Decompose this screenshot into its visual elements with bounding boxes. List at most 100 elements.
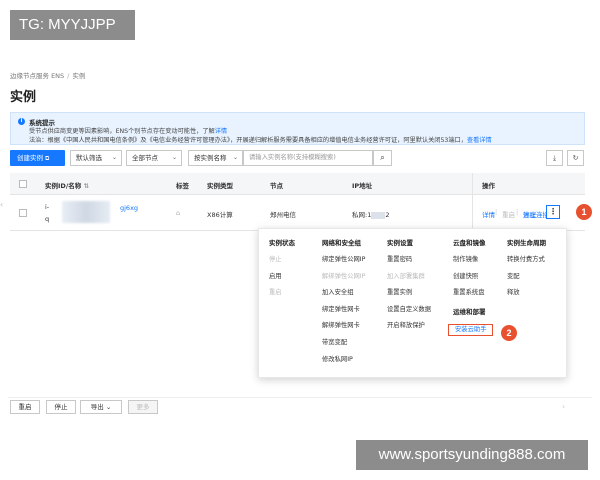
ops-column-divider: [472, 173, 473, 231]
column-header-id[interactable]: 实例ID/名称 ⇅: [45, 180, 89, 190]
column-header-tag: 标签: [176, 182, 189, 190]
select-all-checkbox[interactable]: [19, 180, 27, 188]
menu-item-reset-system-disk[interactable]: 重置系统盘: [453, 289, 493, 297]
menu-column-instance-state: 实例状态 停止 启用 重启: [269, 237, 295, 306]
row-checkbox[interactable]: [19, 209, 27, 217]
sort-icon[interactable]: ⇅: [83, 182, 88, 190]
menu-item-change-billing[interactable]: 转换付费方式: [507, 256, 546, 264]
menu-item-release[interactable]: 释放: [507, 289, 546, 297]
system-notice: i 系统提示 受节点供应商变更等因素影响，ENS个别节点存在变动可能性，了解详情…: [10, 112, 585, 145]
restart-link[interactable]: 重启: [502, 209, 515, 219]
menu-item-create-snapshot[interactable]: 创建快照: [453, 273, 493, 281]
notice-detail-link[interactable]: 详情: [215, 128, 227, 135]
notice-line-1-text: 受节点供应商变更等因素影响，ENS个别节点存在变动可能性，了解: [29, 128, 215, 135]
batch-stop-button[interactable]: 停止: [46, 400, 76, 414]
tag-icon[interactable]: ⌂: [176, 209, 180, 217]
table-header: 实例ID/名称 ⇅ 标签 实例类型 节点 IP地址 操作: [10, 173, 585, 195]
menu-item-modify-private-ip[interactable]: 修改私网IP: [322, 356, 365, 364]
table-row: i- q gj6xg ⌂ X86计算 郑州电信 私网:1 2 详情 | 重启 | …: [10, 195, 585, 231]
chevron-down-icon: ⌄: [171, 154, 177, 161]
detail-link[interactable]: 详情: [482, 209, 495, 219]
menu-item-bind-eip[interactable]: 绑定弹性公网IP: [322, 256, 365, 264]
menu-column-instance-settings: 实例设置 重置密码 加入部署集群 重置实例 设置自定义数据 开启释放保护: [387, 237, 431, 339]
breadcrumb-item-instances: 实例: [72, 72, 86, 80]
instance-type: X86计算: [207, 211, 233, 219]
column-header-ops: 操作: [482, 182, 495, 190]
more-button[interactable]: 更多: [128, 400, 158, 414]
menu-item-create-image[interactable]: 制作镜像: [453, 256, 493, 264]
search-icon[interactable]: ⌕: [373, 150, 392, 166]
column-header-ip: IP地址: [352, 182, 373, 190]
menu-item-start[interactable]: 启用: [269, 273, 295, 281]
instance-ip: 私网:1 2: [352, 209, 389, 219]
menu-item-release-protection[interactable]: 开启释放保护: [387, 322, 431, 330]
refresh-icon[interactable]: ↻: [567, 150, 584, 166]
instance-node: 郑州电信: [270, 211, 296, 219]
menu-heading: 网络和安全组: [322, 239, 361, 247]
watermark: www.sportsyunding888.com: [356, 440, 588, 470]
menu-item-custom-data[interactable]: 设置自定义数据: [387, 306, 431, 314]
collapse-left-icon[interactable]: ‹: [0, 200, 3, 209]
instance-id-prefix: i-: [45, 203, 50, 211]
filter-select[interactable]: 默认筛选 ⌄: [70, 150, 122, 166]
more-actions-menu: 实例状态 停止 启用 重启 网络和安全组 绑定弹性公网IP 解绑弹性公网IP 加…: [258, 228, 567, 378]
search-field-select[interactable]: 按实例名称 ⌄: [188, 150, 243, 166]
breadcrumb: 边缘节点服务 ENS / 实例: [10, 70, 85, 80]
filter-select-value: 默认筛选: [76, 154, 102, 162]
search-input[interactable]: 请输入实例名称(支持模糊搜索): [243, 150, 373, 166]
menu-column-disk-image: 云盘和镜像 制作镜像 创建快照 重置系统盘 运维和部署 安装云助手: [448, 237, 494, 344]
chevron-down-icon: ⌄: [232, 154, 238, 161]
notice-view-detail-link[interactable]: 查看详情: [467, 137, 492, 144]
menu-heading: 云盘和镜像: [453, 239, 486, 247]
menu-column-lifecycle: 实例生命周期 转换付费方式 变配 释放: [507, 237, 546, 306]
create-instance-button[interactable]: 创建实例 ⧉: [10, 150, 65, 166]
instance-name-prefix: q: [45, 215, 50, 223]
ip-suffix: 2: [385, 211, 390, 219]
menu-item-change-spec[interactable]: 变配: [507, 273, 546, 281]
search-field-value: 按实例名称: [194, 154, 227, 162]
instance-id-link[interactable]: gj6xg: [120, 204, 138, 212]
column-header-id-label: 实例ID/名称: [45, 182, 82, 190]
menu-item-bind-eni[interactable]: 绑定弹性网卡: [322, 306, 365, 314]
menu-item-join-security-group[interactable]: 加入安全组: [322, 289, 365, 297]
chevron-down-icon: ⌄: [111, 154, 117, 161]
chevron-down-icon: ⌄: [105, 403, 112, 411]
notice-line-2-text: 法治：根据《中国人民共和国电信条例》及《电信业务经营许可管理办法》，开展递归解析…: [29, 137, 467, 144]
menu-heading: 实例设置: [387, 239, 413, 247]
step-marker-1: 1: [576, 204, 592, 220]
export-button[interactable]: 导出 ⌄: [80, 400, 122, 414]
menu-item-unbind-eip[interactable]: 解绑弹性公网IP: [322, 273, 365, 281]
menu-item-install-cloud-assistant[interactable]: 安装云助手: [448, 323, 494, 336]
column-header-type: 实例类型: [207, 182, 233, 190]
info-icon: i: [18, 118, 25, 125]
breadcrumb-separator: /: [67, 72, 70, 80]
create-instance-label: 创建实例: [17, 154, 43, 162]
column-header-node: 节点: [270, 182, 283, 190]
redacted-ip: [371, 211, 386, 219]
batch-restart-button[interactable]: 重启: [10, 400, 40, 414]
redacted-block: [62, 201, 110, 223]
page-title: 实例: [10, 90, 37, 105]
menu-item-unbind-eni[interactable]: 解绑弹性网卡: [322, 322, 365, 330]
menu-item-bandwidth[interactable]: 带宽变配: [322, 339, 365, 347]
op-divider: |: [495, 208, 498, 216]
menu-column-network: 网络和安全组 绑定弹性公网IP 解绑弹性公网IP 加入安全组 绑定弹性网卡 解绑…: [322, 237, 365, 372]
node-select[interactable]: 全部节点 ⌄: [126, 150, 182, 166]
ip-prefix: 私网:1: [352, 211, 372, 219]
overlay-tag: TG: MYYJJPP: [10, 10, 135, 40]
download-icon[interactable]: ⤓: [546, 150, 563, 166]
chevron-right-icon[interactable]: ›: [562, 402, 565, 411]
more-vertical-icon[interactable]: ⋮: [546, 205, 560, 219]
menu-item-join-deployment[interactable]: 加入部署集群: [387, 273, 431, 281]
menu-item-reset-password[interactable]: 重置密码: [387, 256, 431, 264]
external-link-icon: ⧉: [45, 155, 50, 162]
notice-line-2: 法治：根据《中国人民共和国电信条例》及《电信业务经营许可管理办法》，开展递归解析…: [29, 135, 492, 144]
step-marker-2: 2: [501, 325, 517, 341]
export-label: 导出: [90, 403, 104, 411]
menu-heading: 实例生命周期: [507, 239, 546, 247]
breadcrumb-item-ens[interactable]: 边缘节点服务 ENS: [10, 72, 64, 80]
notice-line-1: 受节点供应商变更等因素影响，ENS个别节点存在变动可能性，了解详情: [29, 126, 227, 135]
menu-item-restart[interactable]: 重启: [269, 289, 295, 297]
menu-item-stop[interactable]: 停止: [269, 256, 295, 264]
menu-item-reset-instance[interactable]: 重置实例: [387, 289, 431, 297]
